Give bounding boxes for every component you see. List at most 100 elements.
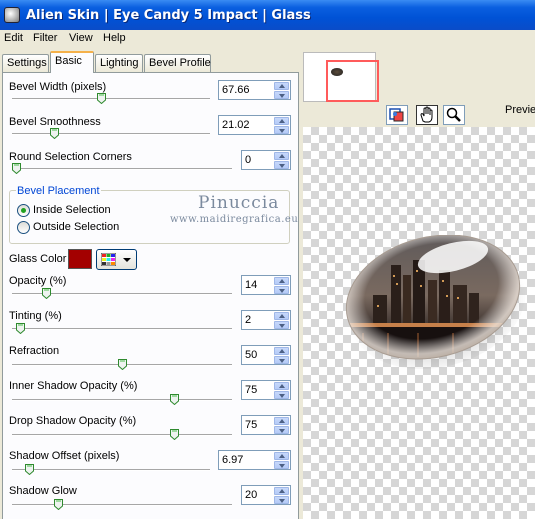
bevel-smoothness-value: 21.02 [222, 119, 250, 131]
shadow-glow-label: Shadow Glow [9, 485, 77, 497]
glass-color-swatch[interactable] [68, 249, 92, 269]
spin-down-icon[interactable] [274, 91, 289, 99]
shadow-offset-slider[interactable] [25, 464, 35, 475]
menu-help[interactable]: Help [103, 32, 126, 44]
refraction-value: 50 [245, 349, 258, 361]
tab-basic[interactable]: Basic [50, 51, 94, 73]
watermark-site: www.maidiregrafica.eu [170, 214, 299, 225]
preview-toggle-button[interactable] [386, 105, 408, 125]
outside-selection-label[interactable]: Outside Selection [33, 221, 119, 233]
tab-lighting[interactable]: Lighting [95, 54, 143, 72]
glass-effect-preview-image [343, 235, 528, 370]
round-corners-label: Round Selection Corners [9, 151, 132, 163]
color-grid-icon [101, 253, 116, 266]
spin-up-icon[interactable] [274, 82, 289, 90]
spin-up-icon[interactable] [274, 452, 289, 460]
bevel-smoothness-track[interactable] [12, 133, 210, 135]
spin-up-icon[interactable] [274, 312, 289, 320]
hand-icon [420, 106, 433, 123]
bevel-width-slider[interactable] [97, 93, 107, 104]
opacity-field[interactable]: 14 [241, 275, 291, 295]
inner-shadow-opacity-label: Inner Shadow Opacity (%) [9, 380, 138, 392]
spin-up-icon[interactable] [274, 347, 289, 355]
navigator-view-frame[interactable] [326, 60, 379, 102]
preview-label: Previe [505, 104, 535, 116]
spin-down-icon[interactable] [274, 126, 289, 134]
spin-down-icon[interactable] [274, 461, 289, 469]
spin-down-icon[interactable] [274, 496, 289, 504]
spin-up-icon[interactable] [274, 277, 289, 285]
bevel-smoothness-slider[interactable] [49, 128, 59, 139]
refraction-label: Refraction [9, 345, 60, 357]
bevel-width-value: 67.66 [222, 84, 250, 96]
spin-up-icon[interactable] [274, 487, 289, 495]
color-picker-button[interactable] [96, 249, 137, 270]
round-corners-field[interactable]: 0 [241, 150, 291, 170]
shadow-glow-track[interactable] [12, 504, 232, 506]
bevel-smoothness-label: Bevel Smoothness [9, 116, 101, 128]
shadow-glow-value: 20 [245, 489, 258, 501]
inside-selection-label[interactable]: Inside Selection [33, 204, 111, 216]
tinting-slider[interactable] [16, 323, 26, 334]
spin-down-icon[interactable] [274, 426, 289, 434]
drop-shadow-opacity-track[interactable] [12, 434, 232, 436]
inner-shadow-opacity-slider[interactable] [170, 394, 180, 405]
inner-shadow-opacity-field[interactable]: 75 [241, 380, 291, 400]
round-corners-slider[interactable] [12, 163, 21, 174]
tab-settings[interactable]: Settings [2, 54, 49, 72]
inner-shadow-opacity-track[interactable] [12, 399, 232, 401]
shadow-offset-label: Shadow Offset (pixels) [9, 450, 120, 462]
bevel-placement-label: Bevel Placement [16, 185, 101, 197]
drop-shadow-opacity-label: Drop Shadow Opacity (%) [9, 415, 137, 427]
watermark-name: Pinuccia [198, 193, 280, 213]
shadow-glow-field[interactable]: 20 [241, 485, 291, 505]
refraction-slider[interactable] [117, 359, 127, 370]
drop-shadow-opacity-value: 75 [245, 419, 258, 431]
spin-up-icon[interactable] [274, 382, 289, 390]
round-corners-track[interactable] [12, 168, 232, 170]
menu-filter[interactable]: Filter [33, 32, 57, 44]
drop-shadow-opacity-field[interactable]: 75 [241, 415, 291, 435]
tab-bevel-profile[interactable]: Bevel Profile [144, 54, 211, 72]
spin-down-icon[interactable] [274, 356, 289, 364]
zoom-tool-button[interactable] [443, 105, 465, 125]
inside-selection-radio[interactable] [17, 204, 30, 217]
app-icon [4, 7, 20, 23]
shadow-offset-field[interactable]: 6.97 [218, 450, 291, 470]
bevel-width-field[interactable]: 67.66 [218, 80, 291, 100]
zoom-icon [446, 107, 461, 122]
drop-shadow-opacity-slider[interactable] [170, 429, 180, 440]
chevron-down-icon [123, 258, 131, 262]
spin-down-icon[interactable] [274, 321, 289, 329]
shadow-offset-value: 6.97 [222, 454, 244, 466]
bevel-width-label: Bevel Width (pixels) [9, 81, 107, 93]
shadow-glow-slider[interactable] [54, 499, 64, 510]
window-title: Alien Skin | Eye Candy 5 Impact | Glass [26, 8, 311, 23]
refraction-field[interactable]: 50 [241, 345, 291, 365]
bevel-smoothness-field[interactable]: 21.02 [218, 115, 291, 135]
hand-tool-button[interactable] [416, 105, 438, 125]
spin-up-icon[interactable] [274, 117, 289, 125]
opacity-label: Opacity (%) [9, 275, 67, 287]
spin-down-icon[interactable] [274, 161, 289, 169]
spin-down-icon[interactable] [274, 286, 289, 294]
tinting-value: 2 [245, 314, 252, 326]
opacity-value: 14 [245, 279, 258, 291]
preview-toggle-icon [389, 108, 404, 122]
title-bar[interactable]: Alien Skin | Eye Candy 5 Impact | Glass [0, 0, 535, 30]
round-corners-value: 0 [245, 154, 252, 166]
glass-color-label: Glass Color [9, 253, 67, 265]
shadow-offset-track[interactable] [12, 469, 210, 471]
tinting-field[interactable]: 2 [241, 310, 291, 330]
spin-up-icon[interactable] [274, 417, 289, 425]
opacity-slider[interactable] [41, 288, 51, 299]
menu-bar: Edit Filter View Help [0, 30, 535, 48]
bevel-width-track[interactable] [12, 98, 210, 100]
tinting-track[interactable] [12, 328, 232, 330]
inner-shadow-opacity-value: 75 [245, 384, 258, 396]
spin-down-icon[interactable] [274, 391, 289, 399]
outside-selection-radio[interactable] [17, 221, 30, 234]
spin-up-icon[interactable] [274, 152, 289, 160]
menu-view[interactable]: View [69, 32, 93, 44]
menu-edit[interactable]: Edit [4, 32, 23, 44]
